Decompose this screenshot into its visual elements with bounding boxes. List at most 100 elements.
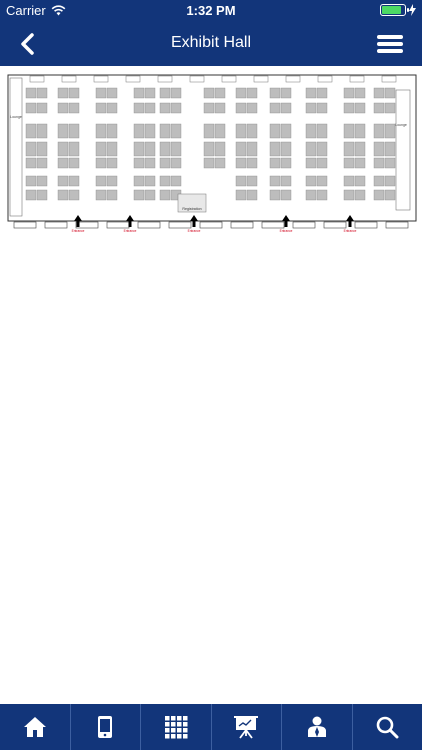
booth[interactable] bbox=[316, 189, 328, 201]
booth[interactable] bbox=[305, 102, 317, 114]
booth[interactable] bbox=[170, 175, 182, 187]
booth[interactable] bbox=[36, 175, 48, 187]
booth[interactable] bbox=[235, 123, 247, 139]
booth[interactable] bbox=[159, 157, 171, 169]
booth[interactable] bbox=[280, 157, 292, 169]
booth[interactable] bbox=[144, 102, 156, 114]
booth[interactable] bbox=[305, 189, 317, 201]
booth[interactable] bbox=[36, 102, 48, 114]
booth[interactable] bbox=[235, 102, 247, 114]
booth[interactable] bbox=[95, 175, 107, 187]
booth[interactable] bbox=[316, 157, 328, 169]
booth[interactable] bbox=[280, 123, 292, 139]
booth[interactable] bbox=[316, 102, 328, 114]
booth[interactable] bbox=[57, 141, 69, 157]
booth[interactable] bbox=[95, 87, 107, 99]
booth[interactable] bbox=[269, 141, 281, 157]
booth[interactable] bbox=[25, 157, 37, 169]
booth[interactable] bbox=[269, 123, 281, 139]
booth[interactable] bbox=[384, 141, 396, 157]
booth[interactable] bbox=[133, 175, 145, 187]
booth[interactable] bbox=[133, 87, 145, 99]
booth[interactable] bbox=[106, 175, 118, 187]
booth[interactable] bbox=[144, 141, 156, 157]
booth[interactable] bbox=[246, 189, 258, 201]
exhibit-hall-floor-plan[interactable]: Entrance Entrance Entrance Entrance Entrance… bbox=[0, 66, 422, 236]
tab-home[interactable] bbox=[0, 704, 71, 750]
booth[interactable] bbox=[305, 87, 317, 99]
booth[interactable] bbox=[25, 102, 37, 114]
booth[interactable] bbox=[280, 87, 292, 99]
booth[interactable] bbox=[133, 189, 145, 201]
booth[interactable] bbox=[95, 157, 107, 169]
booth[interactable] bbox=[305, 141, 317, 157]
booth[interactable] bbox=[57, 102, 69, 114]
booth[interactable] bbox=[36, 189, 48, 201]
booth[interactable] bbox=[95, 102, 107, 114]
tab-presentation[interactable] bbox=[212, 704, 282, 750]
booth[interactable] bbox=[170, 157, 182, 169]
booth[interactable] bbox=[68, 189, 80, 201]
booth[interactable] bbox=[36, 123, 48, 139]
booth[interactable] bbox=[235, 157, 247, 169]
booth[interactable] bbox=[68, 102, 80, 114]
booth[interactable] bbox=[246, 175, 258, 187]
booth[interactable] bbox=[354, 157, 366, 169]
booth[interactable] bbox=[68, 123, 80, 139]
booth[interactable] bbox=[373, 141, 385, 157]
booth[interactable] bbox=[159, 123, 171, 139]
booth[interactable] bbox=[170, 102, 182, 114]
booth[interactable] bbox=[133, 157, 145, 169]
booth[interactable] bbox=[106, 87, 118, 99]
booth[interactable] bbox=[316, 87, 328, 99]
booth[interactable] bbox=[68, 175, 80, 187]
booth[interactable] bbox=[246, 123, 258, 139]
booth[interactable] bbox=[25, 87, 37, 99]
booth[interactable] bbox=[354, 102, 366, 114]
booth[interactable] bbox=[384, 87, 396, 99]
booth[interactable] bbox=[280, 102, 292, 114]
booth[interactable] bbox=[384, 102, 396, 114]
tab-search[interactable] bbox=[353, 704, 422, 750]
booth[interactable] bbox=[384, 123, 396, 139]
booth[interactable] bbox=[354, 87, 366, 99]
booth[interactable] bbox=[280, 141, 292, 157]
booth[interactable] bbox=[159, 141, 171, 157]
booth[interactable] bbox=[343, 102, 355, 114]
booth[interactable] bbox=[25, 189, 37, 201]
booth[interactable] bbox=[214, 157, 226, 169]
booth[interactable] bbox=[144, 87, 156, 99]
menu-button[interactable] bbox=[376, 31, 404, 57]
booth[interactable] bbox=[343, 175, 355, 187]
booth[interactable] bbox=[159, 189, 171, 201]
booth[interactable] bbox=[68, 157, 80, 169]
booth[interactable] bbox=[57, 87, 69, 99]
booth[interactable] bbox=[373, 189, 385, 201]
booth[interactable] bbox=[373, 157, 385, 169]
booth[interactable] bbox=[95, 141, 107, 157]
booth[interactable] bbox=[280, 175, 292, 187]
booth[interactable] bbox=[316, 141, 328, 157]
floor-plan-svg[interactable]: Entrance Entrance Entrance Entrance Entrance… bbox=[0, 66, 422, 236]
booth[interactable] bbox=[269, 189, 281, 201]
booth[interactable] bbox=[57, 123, 69, 139]
booth[interactable] bbox=[36, 157, 48, 169]
booth[interactable] bbox=[106, 157, 118, 169]
booth[interactable] bbox=[144, 175, 156, 187]
booth[interactable] bbox=[354, 189, 366, 201]
booth[interactable] bbox=[133, 141, 145, 157]
booth[interactable] bbox=[246, 102, 258, 114]
booth[interactable] bbox=[235, 175, 247, 187]
booth[interactable] bbox=[316, 123, 328, 139]
booth[interactable] bbox=[144, 123, 156, 139]
booth[interactable] bbox=[354, 123, 366, 139]
booth[interactable] bbox=[246, 141, 258, 157]
booth[interactable] bbox=[214, 123, 226, 139]
booth[interactable] bbox=[373, 175, 385, 187]
booth[interactable] bbox=[384, 175, 396, 187]
booth[interactable] bbox=[133, 102, 145, 114]
booth[interactable] bbox=[68, 87, 80, 99]
booth[interactable] bbox=[384, 157, 396, 169]
booth[interactable] bbox=[159, 102, 171, 114]
booth[interactable] bbox=[203, 87, 215, 99]
